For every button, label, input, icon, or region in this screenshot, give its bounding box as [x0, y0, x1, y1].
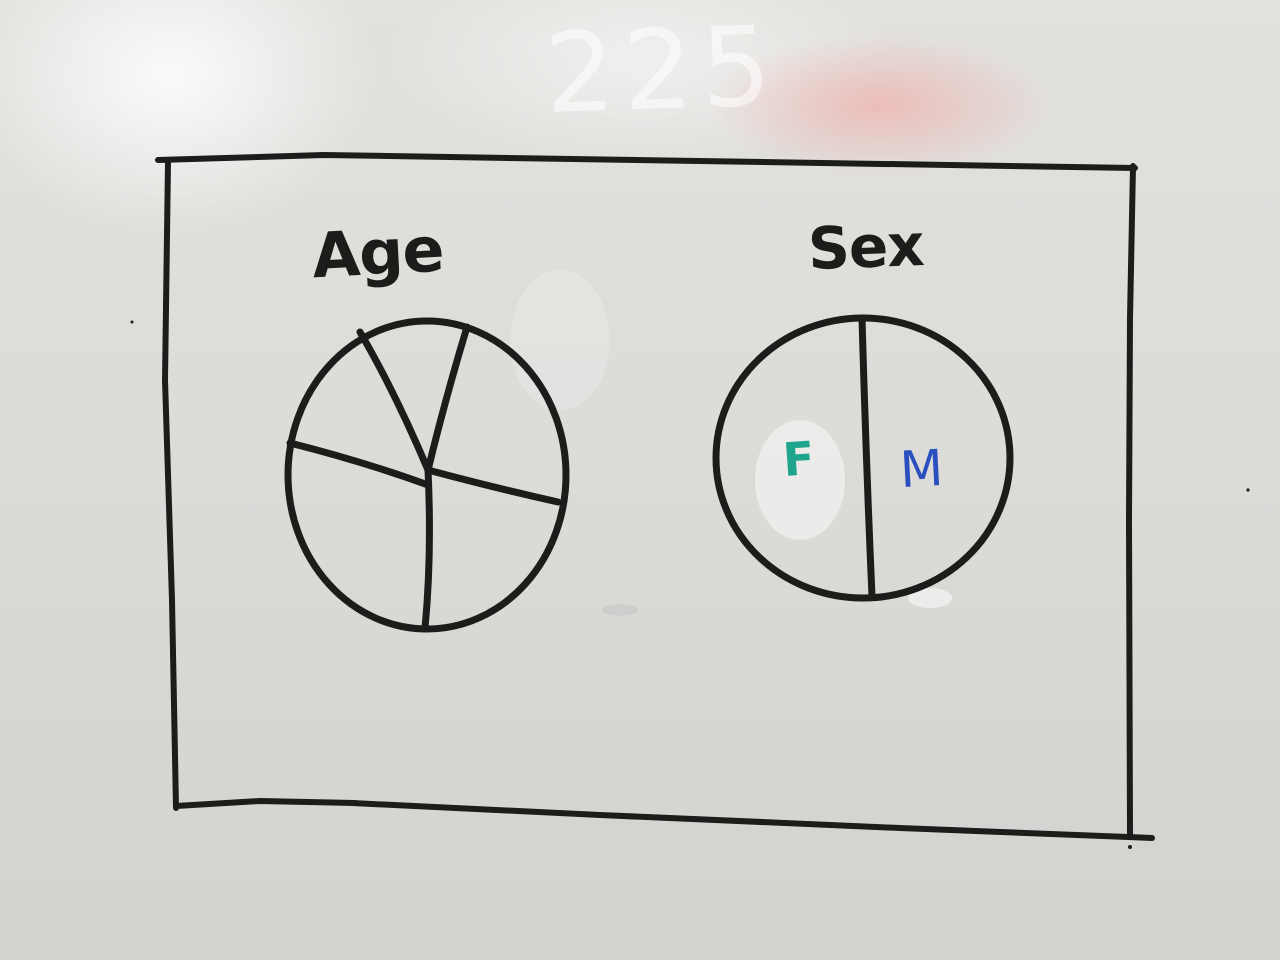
smudge	[602, 604, 638, 616]
faded-number: 225	[542, 1, 782, 139]
marker-dot	[1246, 488, 1250, 492]
whiteboard-photo	[0, 0, 1280, 960]
age-title: Age	[310, 212, 446, 293]
sex-title: Sex	[806, 211, 925, 283]
female-label: F	[781, 430, 817, 488]
smudge	[510, 270, 610, 410]
male-label: M	[898, 438, 945, 500]
marker-dot	[130, 320, 134, 324]
marker-dot	[1128, 845, 1132, 849]
